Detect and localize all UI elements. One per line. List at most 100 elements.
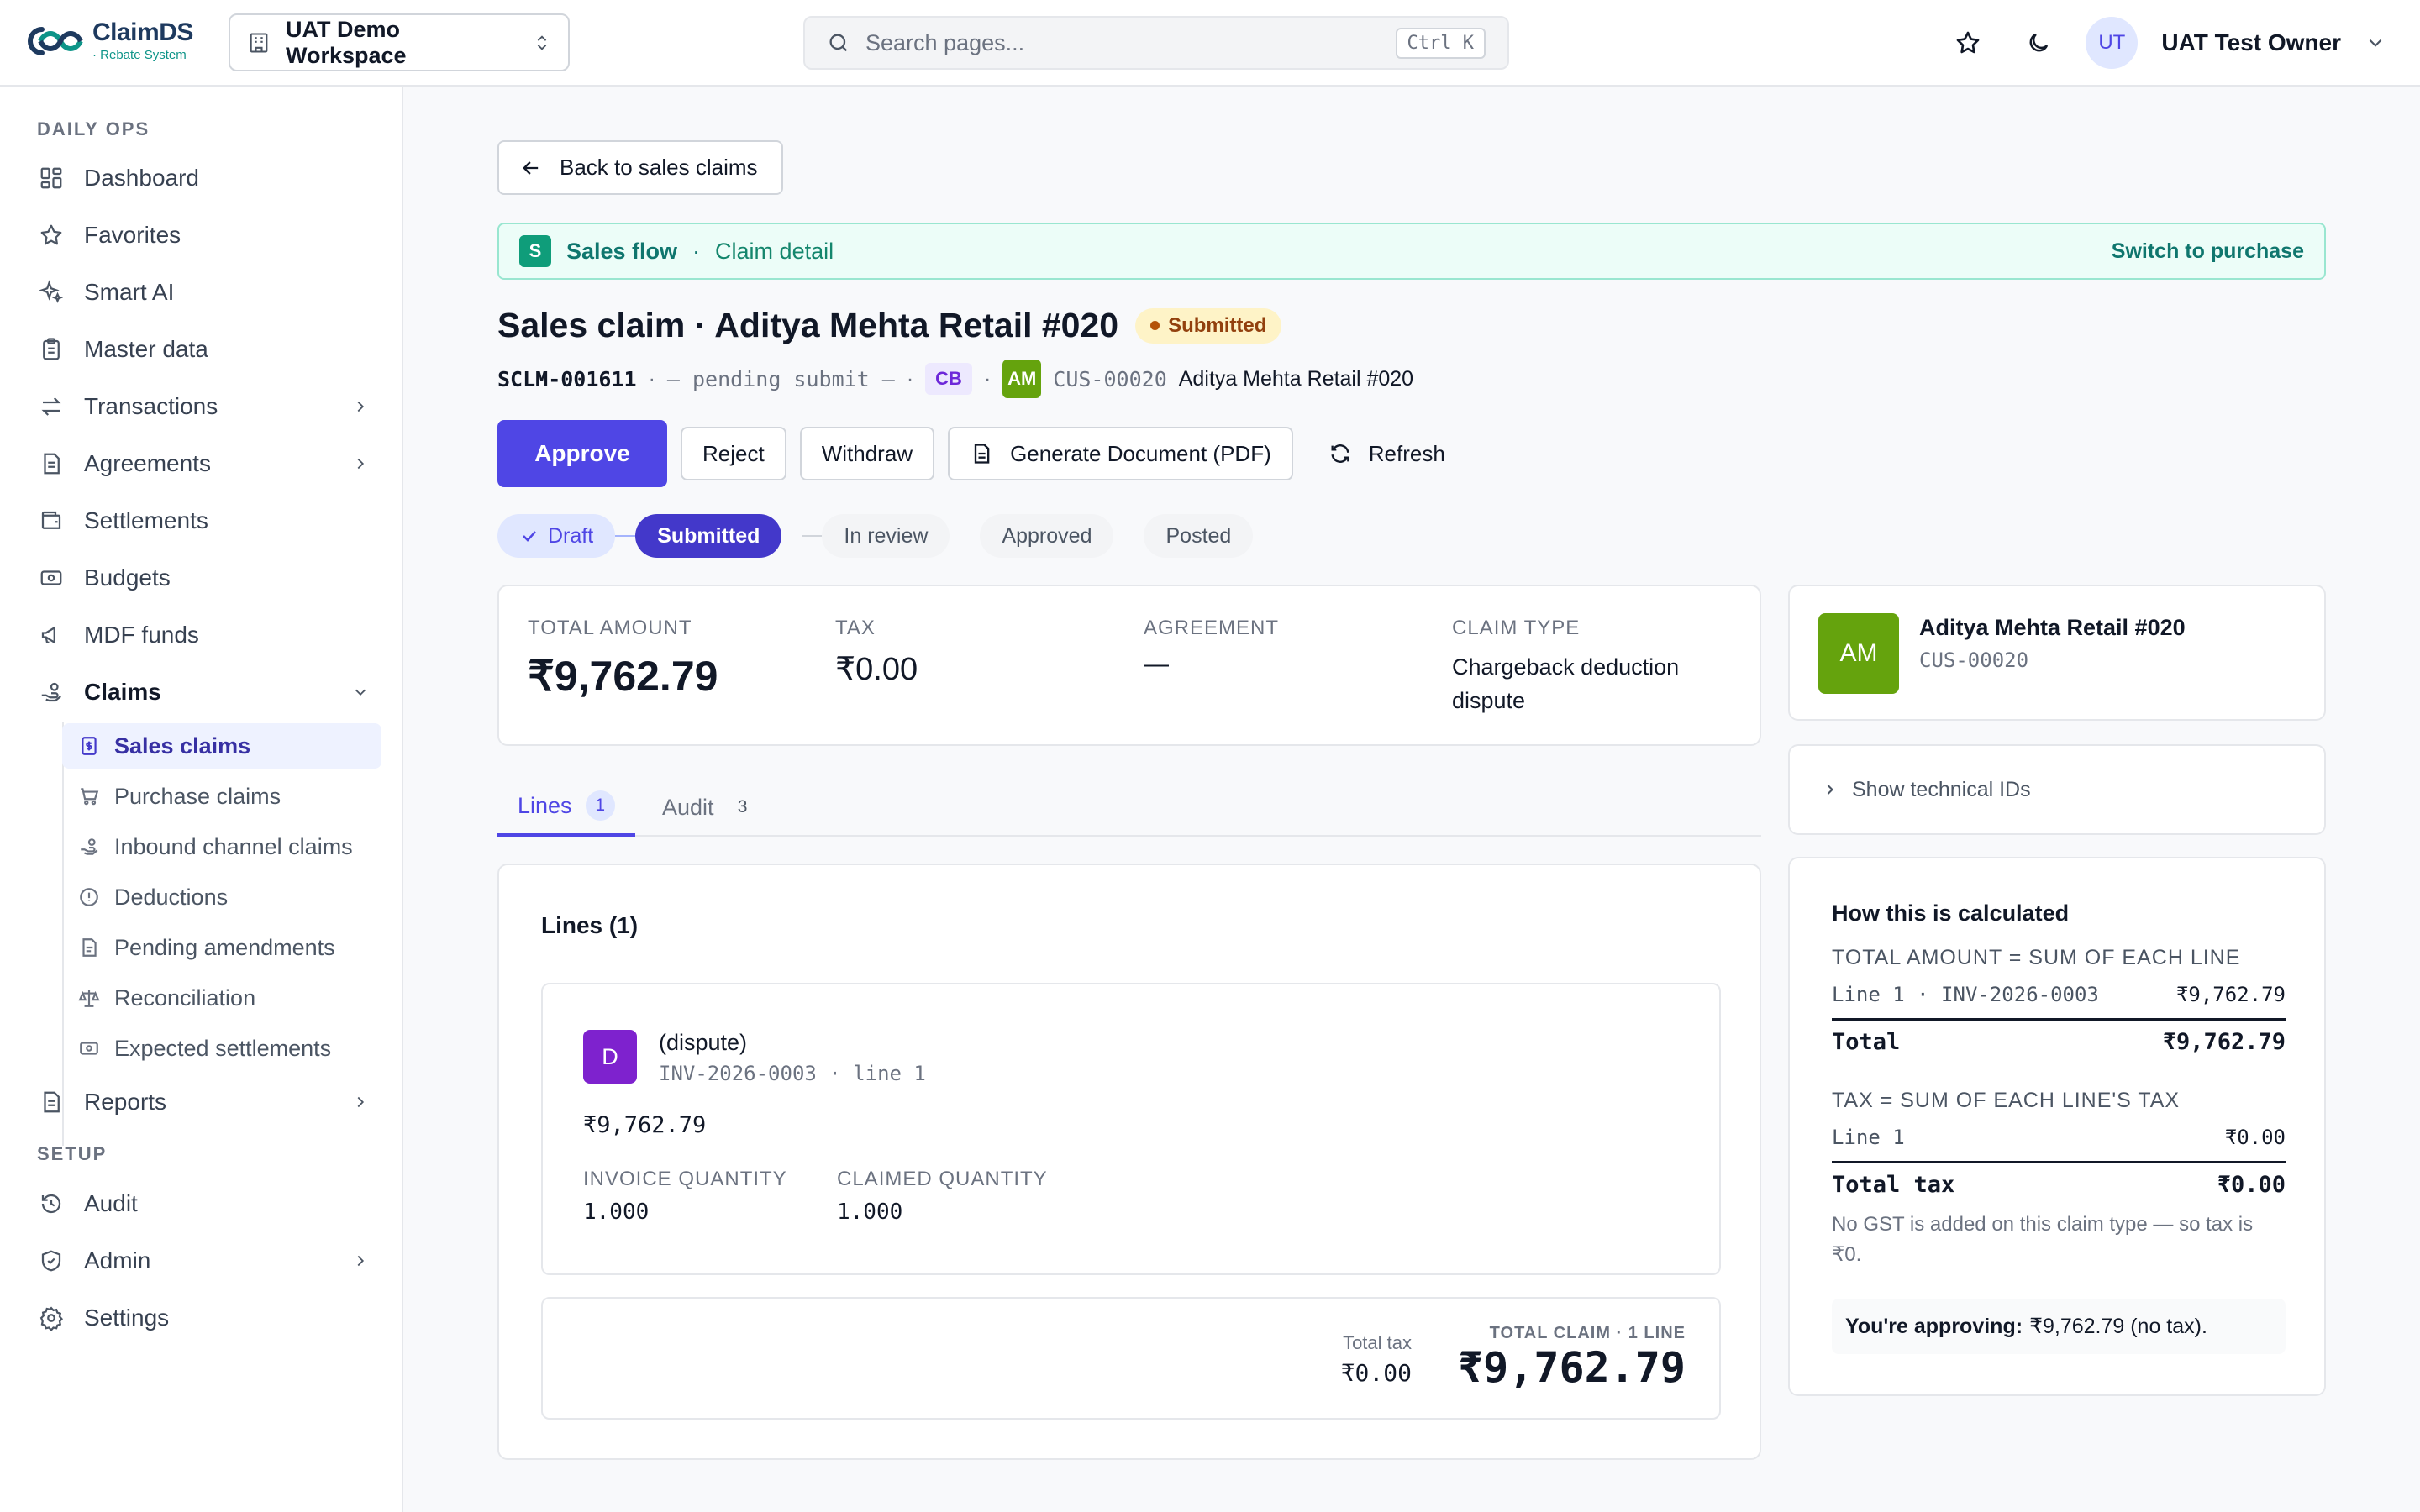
- calc-tax-line-value: ₹0.00: [2224, 1126, 2286, 1149]
- action-bar: Approve Reject Withdraw Generate Documen…: [497, 420, 1467, 487]
- total-amount-block: TOTAL AMOUNT ₹9,762.79: [528, 617, 718, 701]
- step-approved: Approved: [980, 514, 1114, 558]
- sidebar-item-label: MDF funds: [84, 622, 199, 648]
- invoice-quantity-value: 1.000: [583, 1200, 650, 1225]
- search-bar[interactable]: Ctrl K: [803, 16, 1509, 70]
- sidebar-item-label: Settings: [84, 1305, 170, 1331]
- gear-icon: [37, 1304, 66, 1332]
- sidebar-item-admin[interactable]: Admin: [34, 1236, 380, 1286]
- tab-lines[interactable]: Lines 1: [497, 778, 635, 837]
- clipboard-icon: [37, 335, 66, 364]
- sidebar-item-label: Expected settlements: [114, 1035, 332, 1061]
- cart-icon: [77, 785, 101, 808]
- shield-icon: [37, 1247, 66, 1275]
- tab-count: 3: [737, 797, 748, 816]
- sidebar-item-claims[interactable]: Claims: [34, 667, 380, 717]
- customer-avatar: AM: [1002, 360, 1042, 398]
- withdraw-button[interactable]: Withdraw: [799, 427, 935, 480]
- sidebar-item-expected-settlements[interactable]: Expected settlements: [62, 1026, 381, 1071]
- calc-total-value: ₹9,762.79: [2162, 1029, 2286, 1055]
- brand-logo[interactable]: ClaimDS · Rebate System: [25, 20, 193, 61]
- document-icon: [37, 449, 66, 478]
- sidebar-item-smart-ai[interactable]: Smart AI: [34, 267, 380, 318]
- sidebar-item-label: Audit: [84, 1190, 138, 1216]
- sidebar-item-favorites[interactable]: Favorites: [34, 210, 380, 260]
- line-amount: ₹9,762.79: [583, 1112, 707, 1138]
- top-right-controls: UT UAT Test Owner: [1944, 15, 2386, 71]
- sidebar-item-label: Smart AI: [84, 279, 175, 305]
- technical-ids-toggle[interactable]: Show technical IDs: [1788, 744, 2326, 835]
- switch-to-purchase-link[interactable]: Switch to purchase: [2112, 239, 2304, 264]
- section-daily-ops: DAILY OPS: [37, 118, 150, 139]
- sidebar-item-purchase-claims[interactable]: Purchase claims: [62, 774, 381, 819]
- customer-avatar: AM: [1818, 613, 1899, 694]
- sidebar-item-label: Transactions: [84, 393, 218, 419]
- dashboard-icon: [37, 164, 66, 192]
- agreement-value: —: [1144, 650, 1169, 678]
- list-item[interactable]: D (dispute) INV-2026-0003 · line 1 ₹9,76…: [541, 983, 1721, 1275]
- wallet-icon: [37, 507, 66, 535]
- workspace-selector[interactable]: UAT Demo Workspace: [229, 13, 570, 71]
- calc-total-tax-label: Total tax: [1832, 1172, 1955, 1198]
- theme-toggle[interactable]: [2015, 19, 2062, 66]
- page-title: Sales claim · Aditya Mehta Retail #020: [497, 306, 1119, 344]
- sidebar-item-settings[interactable]: Settings: [34, 1293, 380, 1343]
- approving-label: You're approving:: [1845, 1314, 2023, 1338]
- sidebar-item-label: Purchase claims: [114, 783, 281, 809]
- chevron-right-icon: [1827, 785, 1833, 795]
- brand-name: ClaimDS: [92, 18, 193, 46]
- back-button[interactable]: Back to sales claims: [497, 140, 783, 195]
- sidebar-item-pending-amendments[interactable]: Pending amendments: [62, 925, 381, 970]
- sidebar-item-dashboard[interactable]: Dashboard: [34, 153, 380, 203]
- search-shortcut: Ctrl K: [1395, 27, 1486, 59]
- flow-separator: ·: [692, 238, 701, 264]
- sidebar-item-label: Pending amendments: [114, 934, 335, 960]
- sidebar-item-mdf-funds[interactable]: MDF funds: [34, 610, 380, 660]
- calc-total-tax-value: ₹0.00: [2217, 1172, 2286, 1198]
- reject-button[interactable]: Reject: [681, 427, 786, 480]
- sidebar-item-inbound-channel-claims[interactable]: Inbound channel claims: [62, 824, 381, 869]
- building-icon: [250, 32, 268, 53]
- claim-type-block: CLAIM TYPE Chargeback deduction dispute: [1452, 617, 1721, 717]
- chevron-down-icon[interactable]: [2365, 32, 2386, 54]
- hand-coins-icon: [37, 678, 66, 706]
- total-tax-block: Total tax ₹0.00: [1341, 1332, 1412, 1387]
- refresh-label: Refresh: [1368, 440, 1445, 466]
- search-input[interactable]: [865, 29, 1381, 56]
- sidebar-item-deductions[interactable]: Deductions: [62, 874, 381, 920]
- avatar[interactable]: UT: [2086, 17, 2139, 69]
- star-icon: [37, 221, 66, 249]
- sidebar-item-label: Settlements: [84, 507, 208, 533]
- user-name[interactable]: UAT Test Owner: [2161, 29, 2341, 56]
- favorite-button[interactable]: [1944, 19, 1991, 66]
- megaphone-icon: [37, 621, 66, 649]
- moon-icon: [2029, 33, 2049, 52]
- total-claim-block: TOTAL CLAIM · 1 LINE ₹9,762.79: [1458, 1324, 1686, 1392]
- approving-summary: You're approving: ₹9,762.79 (no tax).: [1832, 1299, 2286, 1354]
- calc-total-label: Total: [1832, 1029, 1901, 1055]
- customer-card[interactable]: AM Aditya Mehta Retail #020 CUS-00020: [1788, 585, 2326, 721]
- sidebar-item-master-data[interactable]: Master data: [34, 324, 380, 375]
- sidebar-item-reports[interactable]: Reports: [34, 1077, 380, 1127]
- arrows-icon: [37, 392, 66, 421]
- line-name: (dispute): [659, 1030, 748, 1055]
- generate-pdf-button[interactable]: Generate Document (PDF): [948, 427, 1293, 480]
- status-label: Submitted: [1168, 313, 1267, 337]
- sidebar-item-budgets[interactable]: Budgets: [34, 553, 380, 603]
- sidebar-item-transactions[interactable]: Transactions: [34, 381, 380, 432]
- customer-name[interactable]: Aditya Mehta Retail #020: [1179, 367, 1413, 391]
- sidebar-item-sales-claims[interactable]: Sales claims: [62, 723, 381, 769]
- sidebar-item-agreements[interactable]: Agreements: [34, 438, 380, 489]
- tab-label: Audit: [662, 794, 714, 820]
- sidebar-item-audit[interactable]: Audit: [34, 1179, 380, 1229]
- title-row: Sales claim · Aditya Mehta Retail #020 S…: [497, 306, 1282, 345]
- sidebar-item-settlements[interactable]: Settlements: [34, 496, 380, 546]
- tab-audit[interactable]: Audit 3: [642, 778, 778, 837]
- tab-count: 1: [585, 790, 615, 821]
- document-icon: [974, 444, 990, 464]
- sidebar-item-reconciliation[interactable]: Reconciliation: [62, 975, 381, 1021]
- total-tax-value: ₹0.00: [1340, 1359, 1412, 1387]
- refresh-button[interactable]: Refresh: [1307, 427, 1467, 480]
- generate-pdf-label: Generate Document (PDF): [1010, 440, 1271, 466]
- approve-button[interactable]: Approve: [497, 420, 667, 487]
